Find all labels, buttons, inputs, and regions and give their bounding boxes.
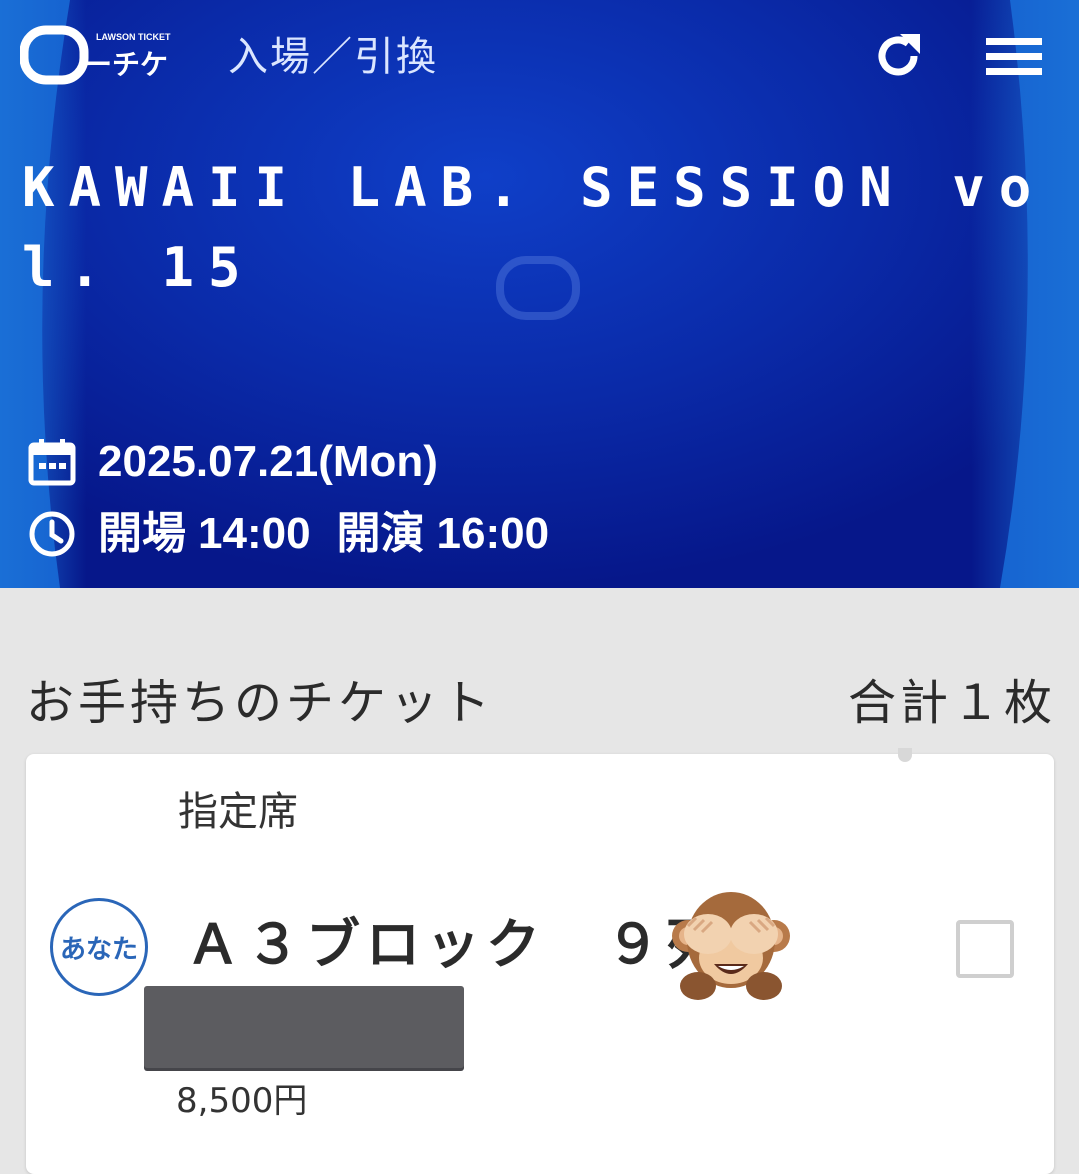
ticket-price: 8,500円 (176, 1081, 308, 1121)
see-no-evil-monkey-emoji (672, 892, 790, 1000)
open-label: 開場 (98, 509, 186, 558)
menu-button[interactable] (982, 26, 1046, 86)
card-notch (898, 748, 912, 762)
calendar-icon (28, 439, 76, 486)
redacted-block (144, 986, 464, 1068)
event-time-row: 開場 14:00 開演 16:00 (26, 506, 549, 562)
ticket-select-checkbox[interactable] (956, 920, 1014, 978)
refresh-icon (878, 34, 920, 76)
event-date: 2025.07.21(Mon) (98, 437, 438, 486)
tickets-total: 合計１枚 (847, 675, 1056, 731)
lawson-ticket-logo[interactable]: LAWSON TICKET ーチケ (19, 20, 190, 90)
logo-brand-text: LAWSON TICKET (96, 32, 171, 42)
logo-text: ーチケ (84, 48, 168, 81)
open-time: 14:00 (198, 509, 311, 558)
refresh-button[interactable] (866, 26, 930, 86)
tickets-header: お手持ちのチケット 合計１枚 (26, 668, 1056, 738)
clock-icon (29, 511, 75, 557)
ticket-card[interactable]: 指定席 あなた Ａ３ブロック ９列 8,500円 (26, 748, 1054, 1174)
page-title: 入場／引換 (228, 34, 438, 80)
seat-info: Ａ３ブロック ９列 (186, 913, 726, 976)
holder-badge: あなた (50, 898, 148, 996)
seat-type: 指定席 (178, 789, 298, 835)
tickets-heading: お手持ちのチケット (26, 675, 495, 731)
event-title: KAWAII LAB. SESSION vol. 15 (22, 156, 1046, 299)
event-hero: LAWSON TICKET ーチケ 入場／引換 KAWAII LAB. SESS… (0, 0, 1079, 588)
hamburger-menu-icon (986, 38, 1042, 75)
start-label: 開演 (336, 509, 425, 558)
event-date-row: 2025.07.21(Mon) (26, 434, 438, 490)
logo-mark: LAWSON TICKET ーチケ (19, 25, 171, 85)
start-time: 16:00 (436, 509, 550, 558)
